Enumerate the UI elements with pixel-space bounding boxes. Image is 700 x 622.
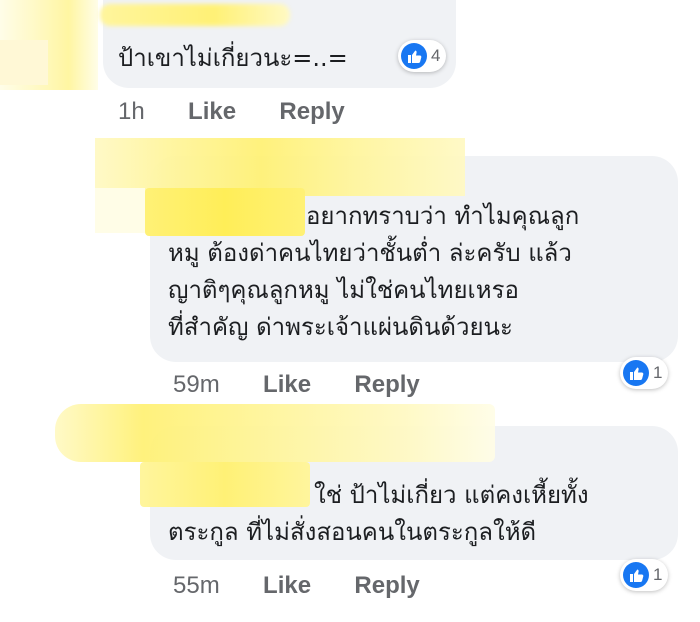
reaction-badge[interactable]: 4 xyxy=(398,40,447,72)
reply-button[interactable]: Reply xyxy=(354,572,419,599)
redacted-name xyxy=(100,4,290,26)
comment-timestamp[interactable]: 55m xyxy=(173,572,220,599)
redacted-avatar xyxy=(0,40,48,85)
comment-actions: 1h Like Reply xyxy=(118,98,345,126)
comment-timestamp[interactable]: 1h xyxy=(118,98,145,125)
like-reaction-icon xyxy=(401,43,427,69)
reaction-count: 1 xyxy=(653,363,663,382)
reply-button[interactable]: Reply xyxy=(279,98,344,125)
redacted-avatar xyxy=(95,188,145,233)
comment-timestamp[interactable]: 59m xyxy=(173,371,220,398)
reaction-count: 4 xyxy=(431,46,441,65)
reaction-count: 1 xyxy=(653,565,663,584)
comment-text: ป้าเขาไม่เกี่ยวนะ=..= xyxy=(118,44,348,72)
reaction-badge[interactable]: 1 xyxy=(620,559,669,591)
reaction-badge[interactable]: 1 xyxy=(620,357,669,389)
comment-text: ใช่ ป้าไม่เกี่ยว แต่คงเหี้ยทั้ง ตระกูล ท… xyxy=(168,481,589,546)
reply-button[interactable]: Reply xyxy=(354,371,419,398)
comment-actions: 59m Like Reply xyxy=(173,371,420,399)
like-button[interactable]: Like xyxy=(263,572,311,599)
like-reaction-icon xyxy=(623,360,649,386)
like-reaction-icon xyxy=(623,562,649,588)
comment-text: อยากทราบว่า ทำไมคุณลูก หมู ต้องด่าคนไทยว… xyxy=(168,202,580,341)
redacted-name xyxy=(55,404,495,462)
like-button[interactable]: Like xyxy=(263,371,311,398)
like-button[interactable]: Like xyxy=(188,98,236,125)
comment-actions: 55m Like Reply xyxy=(173,572,420,600)
